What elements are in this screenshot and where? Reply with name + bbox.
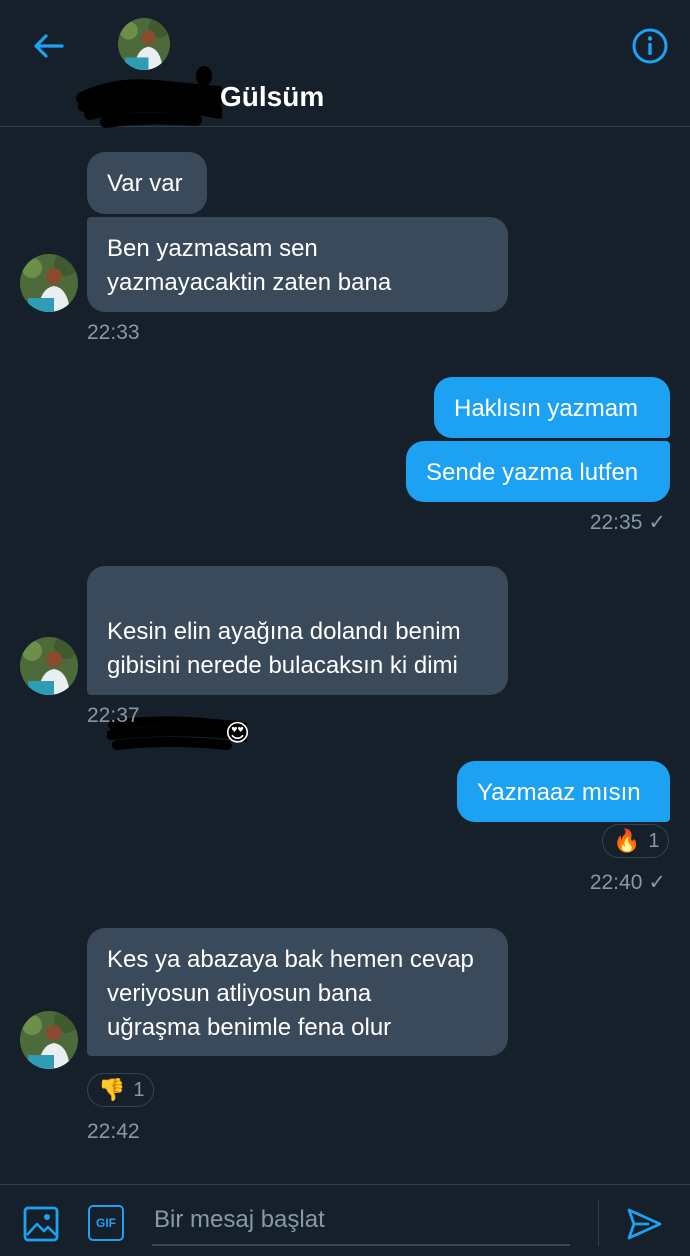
info-icon[interactable] <box>630 26 670 66</box>
message-third-line: 😍 <box>107 716 488 751</box>
reaction-count: 1 <box>648 829 660 852</box>
message-input[interactable] <box>152 1196 570 1246</box>
message-timestamp: 22:33 <box>87 321 140 344</box>
reaction-badge[interactable]: 👎 1 <box>87 1073 154 1107</box>
gif-label: GIF <box>96 1216 116 1230</box>
heart-eyes-emoji: 😍 <box>225 720 251 747</box>
message-timestamp: 22:35 ✓ <box>590 510 666 536</box>
fire-emoji: 🔥 <box>613 828 641 853</box>
divider <box>598 1200 599 1246</box>
thumbs-down-emoji: 👎 <box>98 1077 126 1102</box>
message-timestamp: 22:37 <box>87 704 140 727</box>
contact-name: Gülsüm <box>220 81 325 112</box>
message-bubble-incoming[interactable]: Kes ya abazaya bak hemen cevap veriyosun… <box>87 928 508 1056</box>
timestamp-text: 22:35 <box>589 511 643 534</box>
reaction-badge[interactable]: 🔥 1 <box>602 824 669 858</box>
gif-icon[interactable]: GIF <box>88 1205 124 1241</box>
send-icon[interactable] <box>624 1204 664 1244</box>
message-text: Kesin elin ayağına dolandı benim gibisin… <box>107 618 461 679</box>
message-bubble-incoming[interactable]: Kesin elin ayağına dolandı benim gibisin… <box>87 566 508 750</box>
sent-check-icon: ✓ <box>648 511 666 534</box>
message-bubble-incoming[interactable]: Ben yazmasam sen yazmayacaktin zaten ban… <box>87 217 508 312</box>
reaction-count: 1 <box>133 1078 145 1101</box>
message-bubble-outgoing[interactable]: Yazmaaz mısın <box>457 761 670 822</box>
image-icon[interactable] <box>22 1205 60 1243</box>
back-arrow-icon[interactable] <box>28 26 68 66</box>
message-bubble-outgoing[interactable]: Haklısın yazmam <box>434 377 670 438</box>
message-bubble-incoming[interactable]: Var var <box>87 152 207 214</box>
sent-check-icon: ✓ <box>648 871 666 894</box>
message-bubble-outgoing[interactable]: Sende yazma lutfen <box>406 441 670 502</box>
contact-avatar[interactable] <box>20 1011 78 1069</box>
message-timestamp: 22:40 ✓ <box>590 870 666 896</box>
contact-avatar[interactable] <box>20 254 78 312</box>
message-timestamp: 22:42 <box>87 1120 140 1143</box>
redacted-scribble <box>76 66 222 128</box>
timestamp-text: 22:40 <box>589 871 643 894</box>
contact-avatar[interactable] <box>20 637 78 695</box>
